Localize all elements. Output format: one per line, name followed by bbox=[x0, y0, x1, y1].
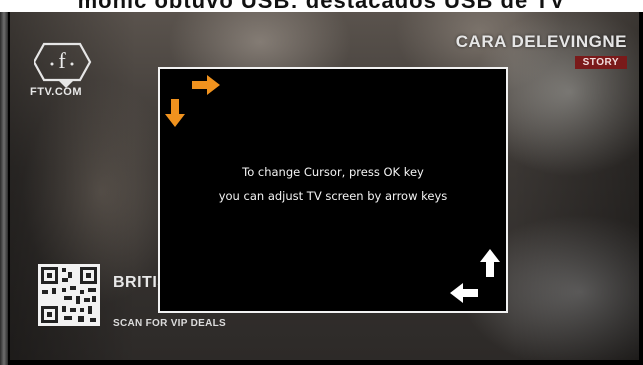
promo-subtitle: SCAN FOR VIP DEALS bbox=[113, 318, 227, 329]
site-label: FTV.COM bbox=[30, 86, 82, 98]
screenshot: mohic obtuvo USB: destacados USB de TV f… bbox=[0, 0, 643, 365]
channel-logo: f bbox=[32, 26, 98, 90]
arrow-up-icon[interactable] bbox=[480, 249, 500, 282]
qr-code bbox=[38, 264, 100, 326]
bottom-edge bbox=[10, 360, 639, 365]
show-name: CARA DELEVINGNE bbox=[455, 32, 627, 51]
arrow-left-icon[interactable] bbox=[450, 283, 478, 308]
arrow-right-icon[interactable] bbox=[192, 75, 220, 100]
arrow-down-icon[interactable] bbox=[165, 99, 185, 132]
qr-code-icon bbox=[38, 264, 100, 326]
right-edge bbox=[639, 12, 643, 365]
show-tag: STORY bbox=[574, 56, 627, 69]
screen-adjust-dialog: To change Cursor, press OK key you can a… bbox=[158, 67, 508, 313]
left-edge bbox=[0, 12, 8, 365]
show-title: CARA DELEVINGNE STORY bbox=[456, 32, 627, 70]
dialog-message-cursor: To change Cursor, press OK key bbox=[242, 165, 424, 179]
ftv-logo-icon: f bbox=[32, 42, 92, 88]
dialog-message-arrows: you can adjust TV screen by arrow keys bbox=[218, 189, 448, 203]
logo-letter: f bbox=[58, 48, 66, 73]
